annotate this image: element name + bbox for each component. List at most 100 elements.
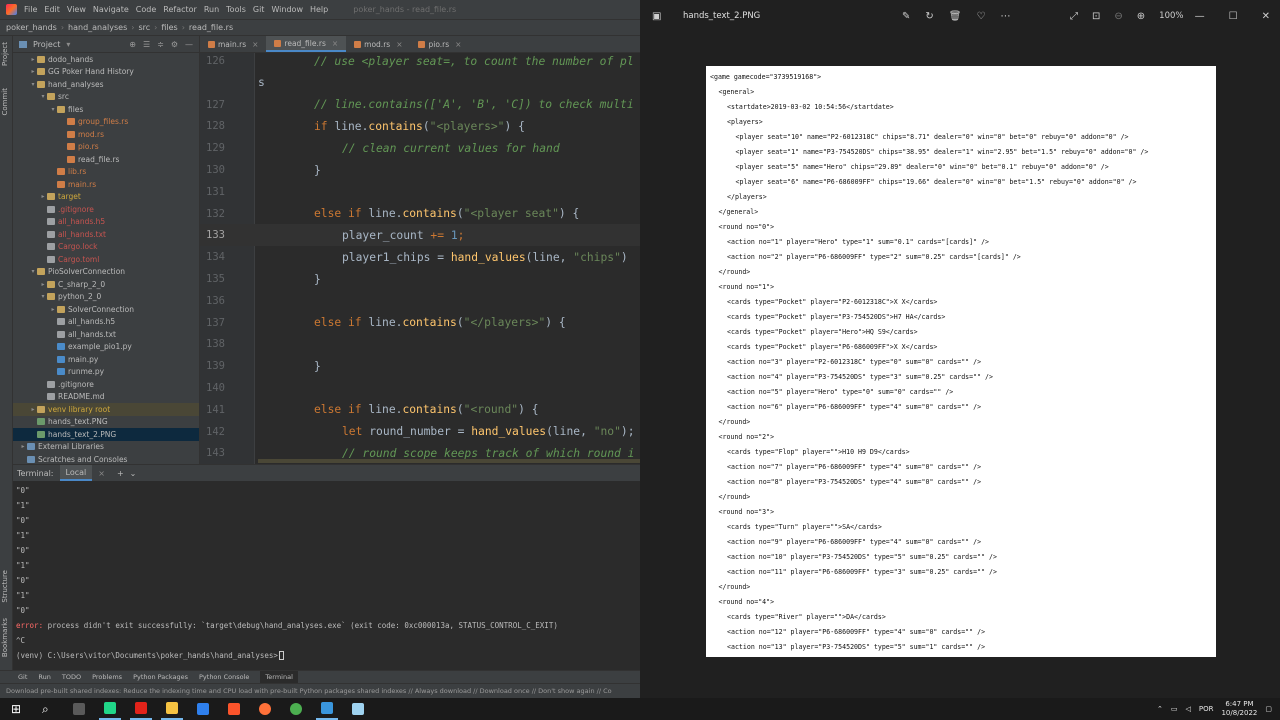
code-line[interactable]: 142 let round_number = hand_values(line, … (200, 421, 640, 443)
tree-item[interactable]: ▸ dodo_hands (13, 53, 199, 66)
tree-item[interactable]: ▾ src (13, 91, 199, 104)
tree-item[interactable]: ▸ GG Poker Hand History (13, 66, 199, 79)
maximize-button[interactable]: ☐ (1229, 11, 1238, 22)
tree-item[interactable]: hands_text.PNG (13, 416, 199, 429)
chevron-icon[interactable]: ▸ (29, 406, 37, 413)
favorite-icon[interactable]: ♡ (976, 11, 985, 22)
tree-item[interactable]: mod.rs (13, 128, 199, 141)
task-app-button[interactable] (68, 698, 90, 720)
code-line[interactable]: s (200, 72, 640, 94)
add-icon[interactable]: + (117, 469, 124, 478)
close-button[interactable]: ✕ (1262, 11, 1270, 22)
menu-item-navigate[interactable]: Navigate (93, 5, 129, 14)
code-line[interactable]: 141 else if line.contains("<round") { (200, 399, 640, 421)
code-line[interactable]: 126 // use <player seat=, to count the nu… (200, 50, 640, 72)
tool-tab-problems[interactable]: Problems (92, 673, 122, 681)
fullscreen-icon[interactable]: ⤢ (1070, 11, 1078, 22)
menu-item-view[interactable]: View (67, 5, 86, 14)
firefox-button[interactable] (254, 698, 276, 720)
close-icon[interactable]: × (98, 469, 105, 478)
menu-item-code[interactable]: Code (136, 5, 156, 14)
tree-item[interactable]: ▸ External Libraries (13, 441, 199, 454)
windows-start-button[interactable]: ⊞ (6, 698, 28, 720)
menu-item-help[interactable]: Help (310, 5, 328, 14)
chevron-icon[interactable]: ▸ (39, 193, 47, 200)
app-light-button[interactable] (347, 698, 369, 720)
tool-tab-python-packages[interactable]: Python Packages (133, 673, 188, 681)
chevron-down-icon[interactable]: ▾ (66, 40, 70, 49)
breadcrumb-item[interactable]: hand_analyses (68, 23, 127, 32)
menu-item-refactor[interactable]: Refactor (163, 5, 197, 14)
code-line[interactable]: 134 player1_chips = hand_values(line, "ch… (200, 246, 640, 268)
chevron-icon[interactable]: ▾ (29, 81, 37, 88)
file-explorer-button[interactable] (161, 698, 183, 720)
notifications-icon[interactable]: ▢ (1265, 705, 1272, 713)
chevron-icon[interactable]: ▾ (39, 93, 47, 100)
code-line[interactable]: 128 if line.contains("<players>") { (200, 115, 640, 137)
edit-icon[interactable]: ✎ (902, 11, 910, 22)
code-area[interactable]: 126 // use <player seat=, to count the nu… (200, 53, 640, 464)
locate-icon[interactable]: ⊕ (129, 40, 136, 49)
tree-item[interactable]: lib.rs (13, 166, 199, 179)
project-label[interactable]: Project (33, 40, 60, 49)
fit-icon[interactable]: ⊡ (1092, 11, 1100, 22)
tree-item[interactable]: ▾ python_2_0 (13, 291, 199, 304)
horizontal-scrollbar[interactable] (258, 459, 640, 463)
tree-item[interactable]: ▾ hand_analyses (13, 78, 199, 91)
code-line[interactable]: 136 (200, 290, 640, 312)
tree-item[interactable]: read_file.rs (13, 153, 199, 166)
chevron-icon[interactable]: ▸ (19, 443, 27, 450)
chevron-icon[interactable]: ▾ (39, 293, 47, 300)
hide-icon[interactable]: — (185, 40, 193, 49)
code-line[interactable]: 132 else if line.contains("<player seat")… (200, 203, 640, 225)
breadcrumb-item[interactable]: files (161, 23, 177, 32)
tree-item[interactable]: ▸ target (13, 191, 199, 204)
minimize-button[interactable]: — (1195, 11, 1205, 22)
vscode-button[interactable] (192, 698, 214, 720)
chevron-icon[interactable]: ▸ (29, 56, 37, 63)
menu-item-file[interactable]: File (24, 5, 37, 14)
tree-item[interactable]: hands_text_2.PNG (13, 428, 199, 441)
terminal-tab-local[interactable]: Local (59, 465, 93, 481)
clock[interactable]: 6:47 PM 10/8/2022 (1221, 700, 1257, 718)
code-line[interactable]: 137 else if line.contains("</players>") { (200, 312, 640, 334)
volume-icon[interactable]: ◁ (1185, 705, 1190, 713)
tree-item[interactable]: all_hands.txt (13, 328, 199, 341)
tree-item[interactable]: runme.py (13, 366, 199, 379)
code-line[interactable]: 139} (200, 355, 640, 377)
breadcrumb-item[interactable]: poker_hands (6, 23, 57, 32)
language-indicator[interactable]: POR (1199, 705, 1214, 713)
chrome-button[interactable] (285, 698, 307, 720)
chevron-icon[interactable]: ▾ (49, 106, 57, 113)
code-line[interactable]: 140 (200, 377, 640, 399)
code-line[interactable]: 127 // line.contains(['A', 'B', 'C]) to c… (200, 94, 640, 116)
chevron-icon[interactable]: ▸ (39, 281, 47, 288)
tree-item[interactable]: README.md (13, 391, 199, 404)
tree-item[interactable]: group_files.rs (13, 116, 199, 129)
tool-tab-terminal[interactable]: Terminal (260, 670, 298, 684)
delete-icon[interactable]: 🗑 (949, 11, 962, 22)
tool-tab-todo[interactable]: TODO (62, 673, 81, 681)
tree-item[interactable]: .gitignore (13, 378, 199, 391)
rotate-icon[interactable]: ↻ (925, 11, 933, 22)
gear-icon[interactable]: ⚙ (171, 40, 178, 49)
menu-item-edit[interactable]: Edit (44, 5, 60, 14)
tree-item[interactable]: ▾ files (13, 103, 199, 116)
tool-tab-python-console[interactable]: Python Console (199, 673, 249, 681)
tree-item[interactable]: example_pio1.py (13, 341, 199, 354)
breadcrumb-item[interactable]: read_file.rs (189, 23, 233, 32)
network-icon[interactable]: ▭ (1171, 705, 1178, 713)
tree-item[interactable]: all_hands.txt (13, 228, 199, 241)
terminal-prompt[interactable]: (venv) C:\Users\vitor\Documents\poker_ha… (13, 648, 640, 663)
tree-item[interactable]: .gitignore (13, 203, 199, 216)
search-button[interactable]: ⌕ (37, 698, 59, 720)
tool-tab-run[interactable]: Run (38, 673, 50, 681)
code-line[interactable]: 131 (200, 181, 640, 203)
tree-item[interactable]: Cargo.lock (13, 241, 199, 254)
close-icon[interactable]: × (455, 40, 461, 49)
tree-item[interactable]: main.py (13, 353, 199, 366)
chevron-up-icon[interactable]: ⌃ (1157, 705, 1163, 713)
tree-item[interactable]: all_hands.h5 (13, 216, 199, 229)
menu-item-run[interactable]: Run (204, 5, 219, 14)
close-icon[interactable]: × (396, 40, 402, 49)
